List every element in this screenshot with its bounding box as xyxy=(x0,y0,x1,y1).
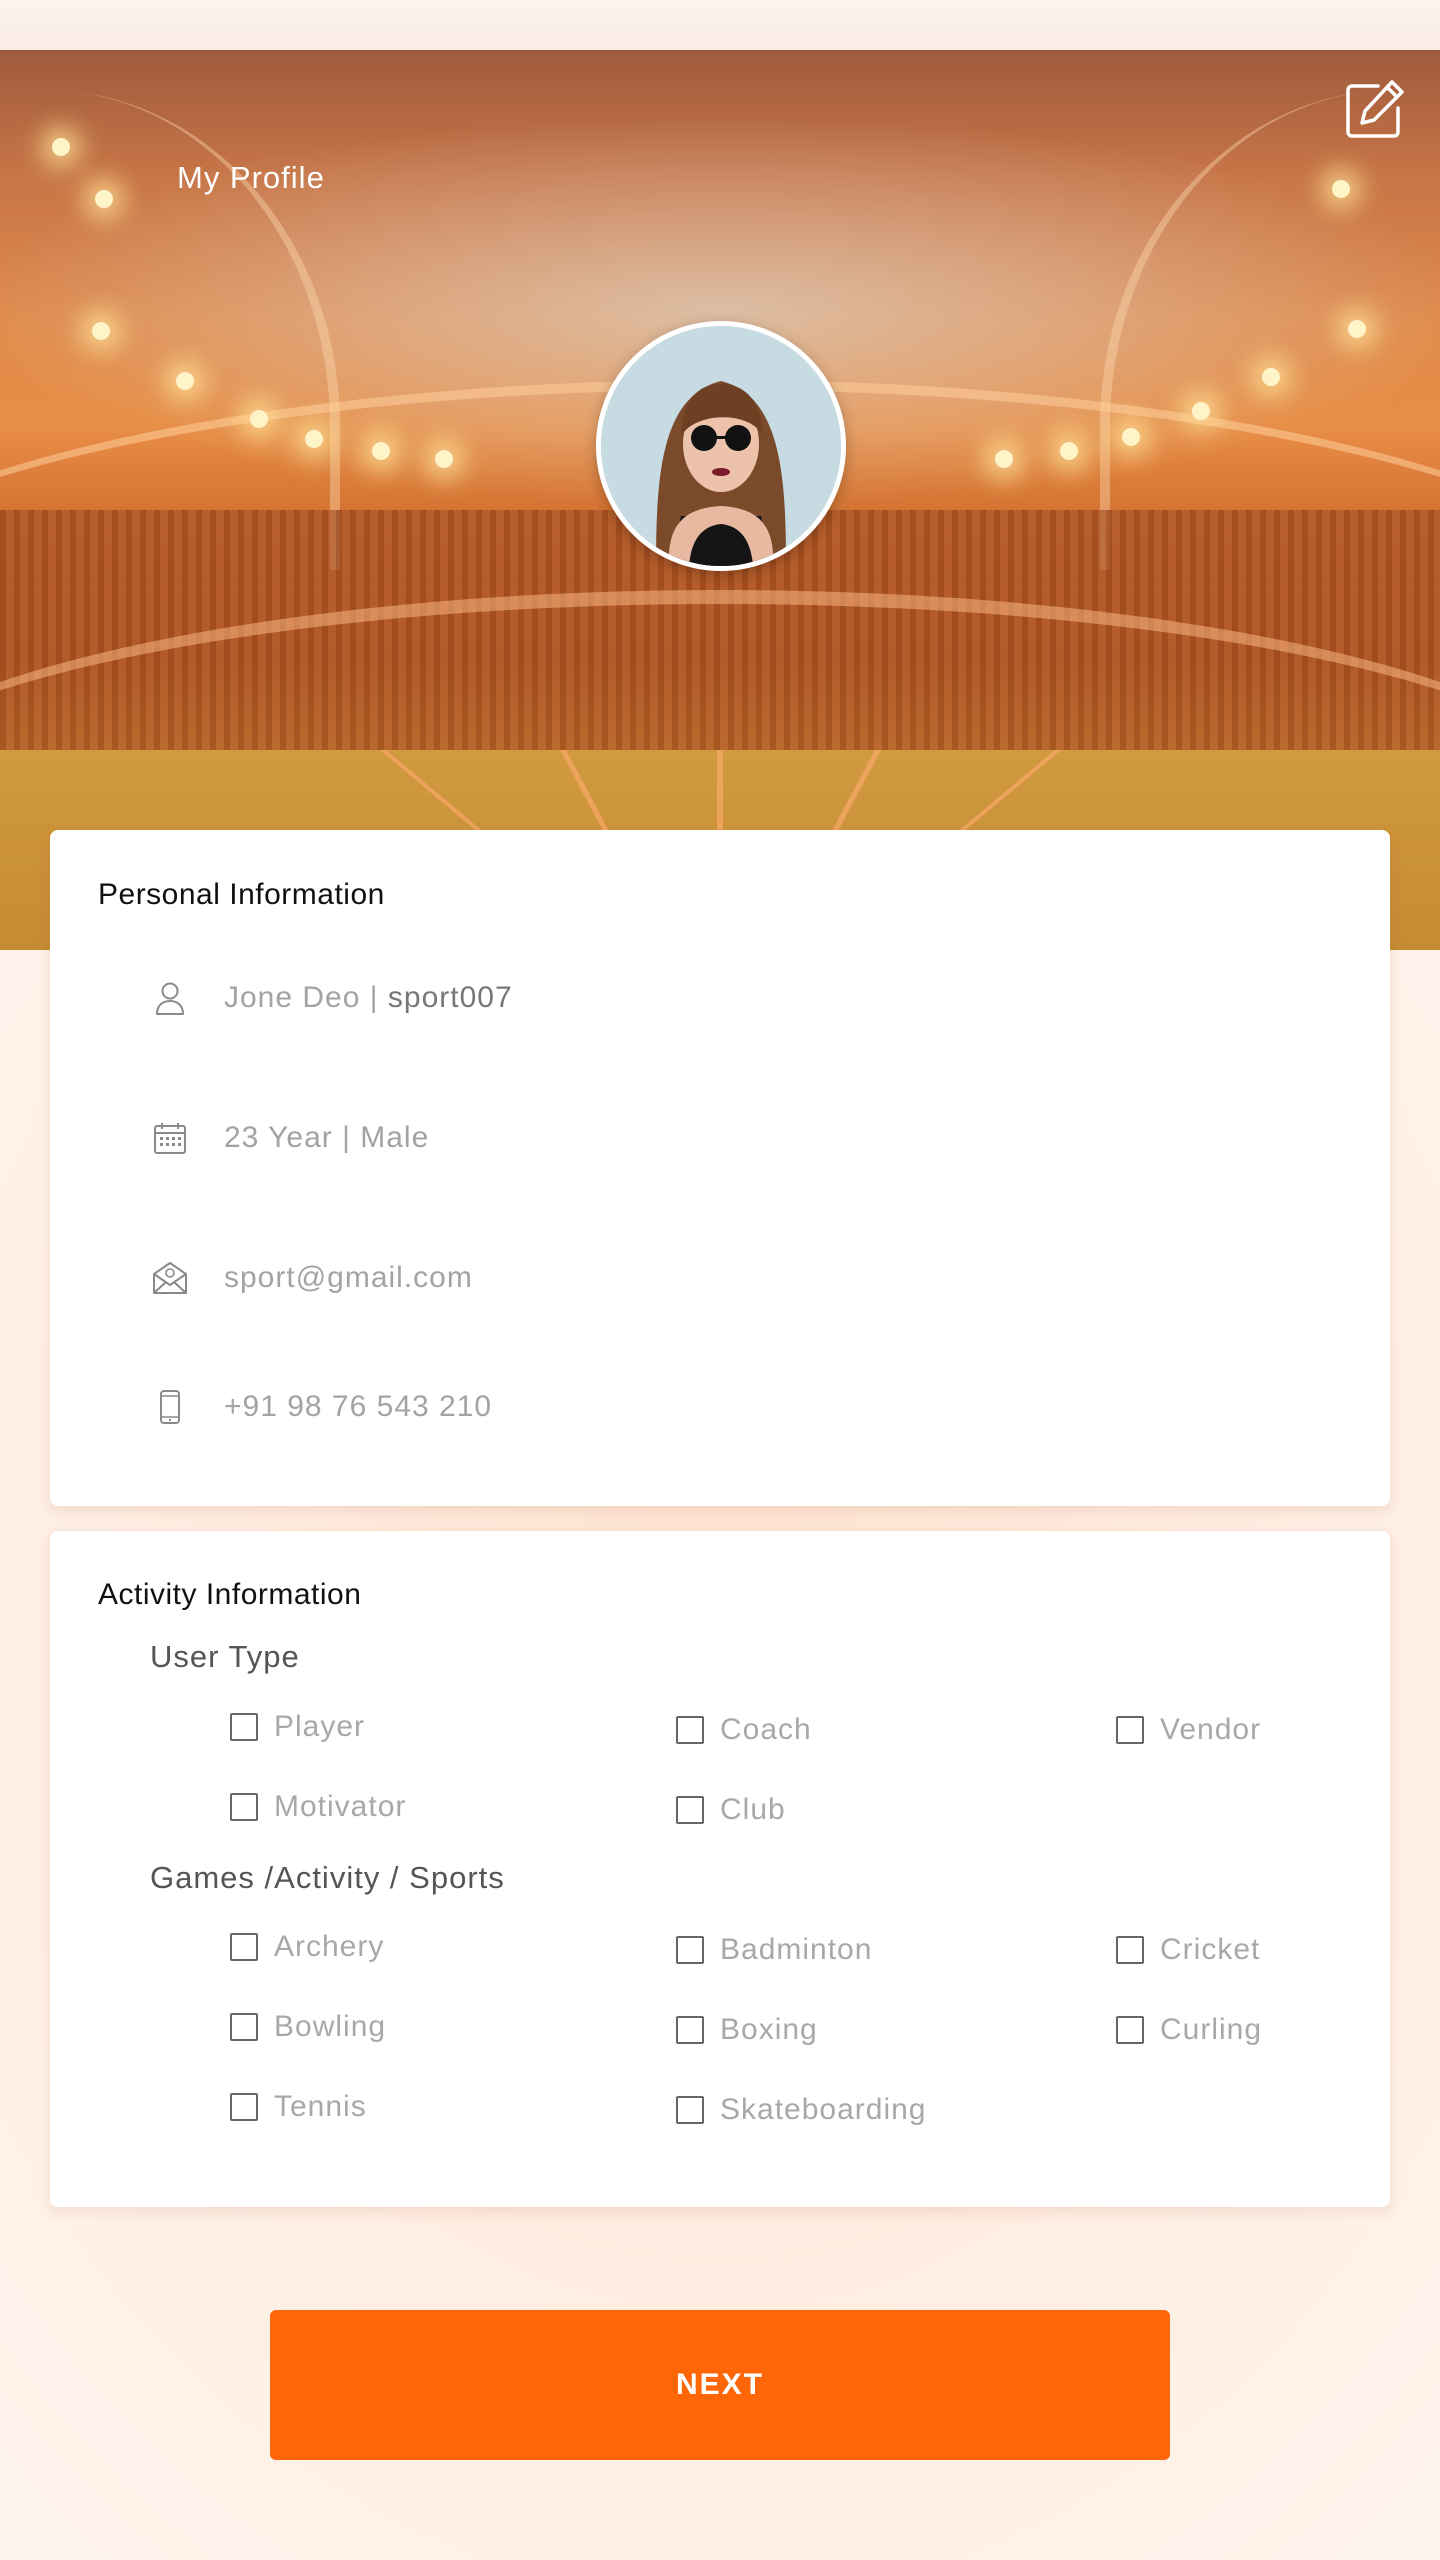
checkbox-archery[interactable]: Archery xyxy=(230,1927,384,1967)
checkbox-box[interactable] xyxy=(676,2096,704,2124)
checkbox-box[interactable] xyxy=(676,1716,704,1744)
checkbox-motivator[interactable]: Motivator xyxy=(230,1787,406,1827)
checkbox-label: Boxing xyxy=(720,2013,818,2046)
flood-light xyxy=(1332,180,1350,198)
checkbox-box[interactable] xyxy=(1116,1936,1144,1964)
email-row: sport@gmail.com xyxy=(150,1253,473,1303)
user-icon xyxy=(150,978,190,1018)
name-value: Jone Deo | xyxy=(224,981,388,1014)
avatar[interactable] xyxy=(596,321,846,571)
personal-info-title: Personal Information xyxy=(98,878,385,911)
flood-light xyxy=(372,442,390,460)
name-row: Jone Deo | sport007 xyxy=(150,973,513,1023)
edit-pencil-icon xyxy=(1346,80,1404,138)
checkbox-label: Badminton xyxy=(720,1933,873,1966)
checkbox-label: Player xyxy=(274,1710,366,1743)
phone-row: +91 98 76 543 210 xyxy=(150,1382,492,1432)
checkbox-box[interactable] xyxy=(230,2093,258,2121)
checkbox-badminton[interactable]: Badminton xyxy=(676,1930,872,1970)
personal-info-card: Personal Information Jone Deo | sport007… xyxy=(50,830,1390,1506)
checkbox-coach[interactable]: Coach xyxy=(676,1710,812,1750)
checkbox-club[interactable]: Club xyxy=(676,1790,786,1830)
checkbox-bowling[interactable]: Bowling xyxy=(230,2007,386,2047)
checkbox-label: Skateboarding xyxy=(720,2093,927,2126)
calendar-icon xyxy=(150,1118,190,1158)
checkbox-skateboarding[interactable]: Skateboarding xyxy=(676,2090,926,2130)
flood-light xyxy=(1262,368,1280,386)
flood-light xyxy=(176,372,194,390)
checkbox-box[interactable] xyxy=(230,2013,258,2041)
profile-photo xyxy=(601,326,841,566)
games-label: Games /Activity / Sports xyxy=(150,1860,505,1895)
activity-info-title: Activity Information xyxy=(98,1578,362,1611)
checkbox-box[interactable] xyxy=(676,1936,704,1964)
flood-light xyxy=(435,450,453,468)
checkbox-box[interactable] xyxy=(1116,2016,1144,2044)
email-text: sport@gmail.com xyxy=(224,1261,473,1294)
checkbox-vendor[interactable]: Vendor xyxy=(1116,1710,1261,1750)
checkbox-label: Archery xyxy=(274,1930,385,1963)
flood-light xyxy=(995,450,1013,468)
flood-light xyxy=(52,138,70,156)
checkbox-box[interactable] xyxy=(230,1793,258,1821)
checkbox-box[interactable] xyxy=(1116,1716,1144,1744)
phone-icon xyxy=(150,1387,190,1427)
checkbox-box[interactable] xyxy=(676,2016,704,2044)
flood-light xyxy=(305,430,323,448)
checkbox-box[interactable] xyxy=(230,1713,258,1741)
checkbox-boxing[interactable]: Boxing xyxy=(676,2010,818,2050)
checkbox-cricket[interactable]: Cricket xyxy=(1116,1930,1260,1970)
checkbox-label: Vendor xyxy=(1160,1713,1262,1746)
checkbox-label: Motivator xyxy=(274,1790,407,1823)
checkbox-curling[interactable]: Curling xyxy=(1116,2010,1262,2050)
checkbox-box[interactable] xyxy=(230,1933,258,1961)
status-bar-area xyxy=(0,0,1440,50)
checkbox-label: Curling xyxy=(1160,2013,1263,2046)
flood-light xyxy=(1192,402,1210,420)
page-title: My Profile xyxy=(177,160,325,195)
phone-text: +91 98 76 543 210 xyxy=(224,1390,493,1423)
next-button[interactable]: NEXT xyxy=(270,2310,1170,2460)
checkbox-label: Cricket xyxy=(1160,1933,1261,1966)
flood-light xyxy=(1122,428,1140,446)
checkbox-label: Bowling xyxy=(274,2010,387,2043)
edit-profile-button[interactable] xyxy=(1342,78,1406,142)
flood-light xyxy=(1060,442,1078,460)
activity-info-card: Activity Information User Type Player Co… xyxy=(50,1531,1390,2207)
age-gender-row: 23 Year | Male xyxy=(150,1113,429,1163)
flood-light xyxy=(95,190,113,208)
checkbox-player[interactable]: Player xyxy=(230,1707,365,1747)
checkbox-label: Club xyxy=(720,1793,786,1826)
user-type-label: User Type xyxy=(150,1639,300,1674)
name-text: Jone Deo | sport007 xyxy=(224,981,513,1015)
email-icon xyxy=(150,1258,190,1298)
age-gender-text: 23 Year | Male xyxy=(224,1121,430,1154)
checkbox-box[interactable] xyxy=(676,1796,704,1824)
checkbox-tennis[interactable]: Tennis xyxy=(230,2087,367,2127)
flood-light xyxy=(1348,320,1366,338)
checkbox-label: Coach xyxy=(720,1713,812,1746)
checkbox-label: Tennis xyxy=(274,2090,367,2123)
flood-light xyxy=(92,322,110,340)
flood-light xyxy=(250,410,268,428)
username-value: sport007 xyxy=(387,981,513,1014)
